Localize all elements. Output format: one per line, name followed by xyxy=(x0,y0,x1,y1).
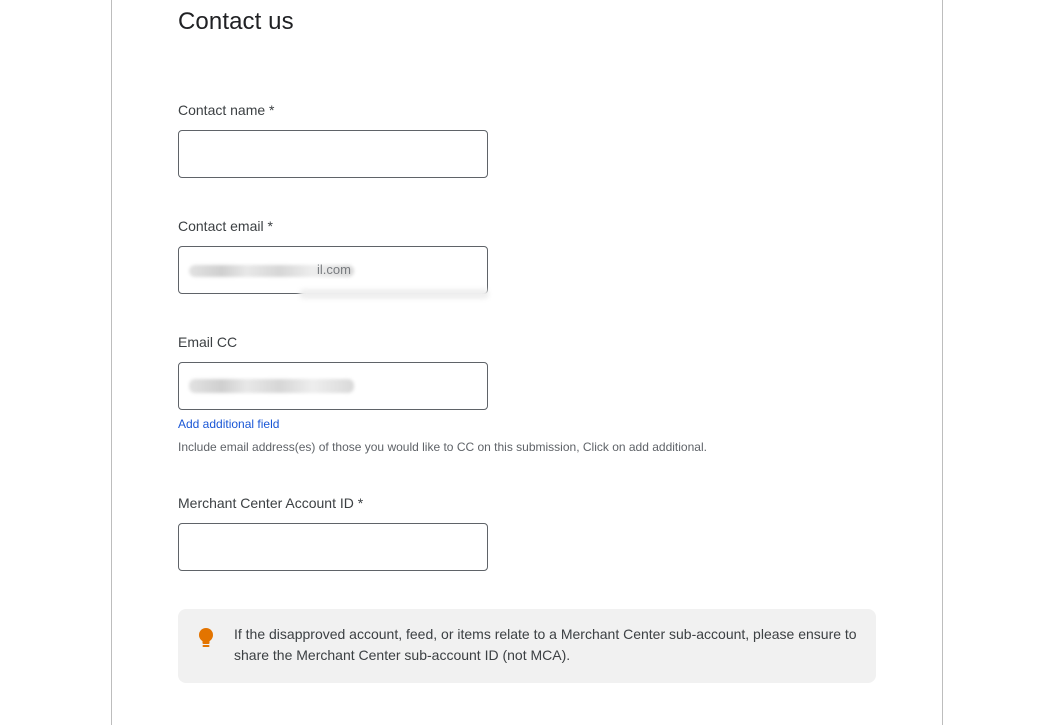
contact-name-label: Contact name * xyxy=(178,102,275,118)
add-additional-field-link[interactable]: Add additional field xyxy=(178,417,279,431)
sub-account-notice: If the disapproved account, feed, or ite… xyxy=(178,609,876,683)
redacted-cc-blur xyxy=(189,379,354,393)
notice-text: If the disapproved account, feed, or ite… xyxy=(234,626,857,663)
lightbulb-icon xyxy=(198,628,214,650)
contact-name-input[interactable] xyxy=(178,130,488,178)
merchant-id-label: Merchant Center Account ID * xyxy=(178,495,364,511)
page-title: Contact us xyxy=(178,8,294,35)
email-suffix-text: il.com xyxy=(317,262,351,277)
email-cc-help-text: Include email address(es) of those you w… xyxy=(178,440,707,454)
contact-email-input[interactable]: il.com xyxy=(178,246,489,299)
email-cc-input[interactable] xyxy=(178,362,488,410)
page: Contact us Contact name * Contact email … xyxy=(0,0,1049,725)
merchant-id-input[interactable] xyxy=(178,523,488,571)
email-cc-label: Email CC xyxy=(178,334,238,350)
contact-email-label: Contact email * xyxy=(178,218,273,234)
redaction-smudge xyxy=(299,289,489,299)
contact-form-card: Contact us Contact name * Contact email … xyxy=(111,0,943,725)
